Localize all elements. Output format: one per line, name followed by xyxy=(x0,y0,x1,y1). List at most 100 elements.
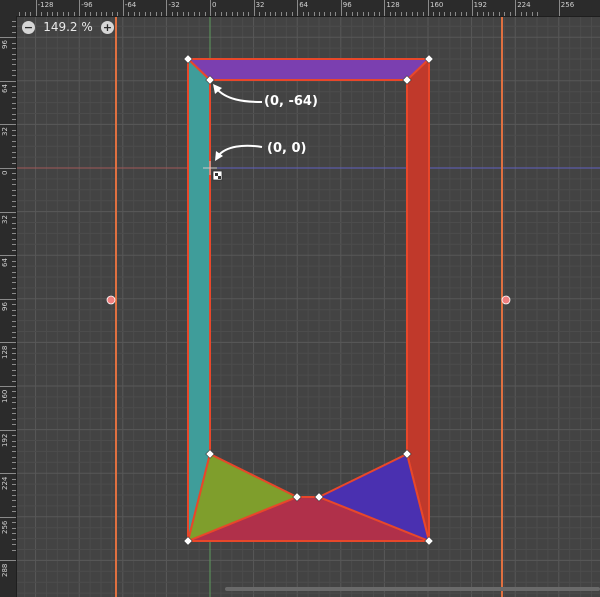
ruler-left-minor-tick xyxy=(12,200,16,202)
ruler-left-label: 288 xyxy=(1,564,9,578)
ruler-left-minor-tick xyxy=(12,238,16,240)
zoom-out-button[interactable]: − xyxy=(22,20,35,34)
ruler-left-minor-tick xyxy=(12,315,16,317)
ruler-left-minor-tick xyxy=(12,336,16,338)
ruler-left-minor-tick xyxy=(12,97,16,99)
ruler-top-minor-tick xyxy=(411,12,413,16)
ruler-top-minor-tick xyxy=(373,12,375,16)
ruler-corner xyxy=(0,0,16,16)
ruler-top-minor-tick xyxy=(280,12,282,16)
ruler-top-minor-tick xyxy=(449,12,451,16)
ruler-left-minor-tick xyxy=(12,249,16,251)
canvas-viewport[interactable]: (0, -64) (0, 0) xyxy=(0,0,600,597)
ruler-top-minor-tick xyxy=(199,12,201,16)
ruler-top-minor-tick xyxy=(537,12,538,16)
ruler-top-minor-tick xyxy=(41,12,43,16)
ruler-left-minor-tick xyxy=(12,331,16,333)
ruler-left-minor-tick xyxy=(12,451,16,453)
ruler-left-minor-tick xyxy=(12,37,16,39)
ruler-top-minor-tick xyxy=(155,12,157,16)
ruler-left-minor-tick xyxy=(12,195,16,197)
ruler-left-minor-tick xyxy=(12,413,16,415)
ruler-top-minor-tick xyxy=(204,12,206,16)
ruler-top-minor-tick xyxy=(444,12,446,16)
ruler-left-minor-tick xyxy=(12,505,16,507)
ruler-left-minor-tick xyxy=(12,478,16,480)
ruler-left-minor-tick xyxy=(12,380,16,382)
ruler-top-minor-tick xyxy=(351,12,353,16)
ruler-top[interactable]: -128 -96 -64 -32 0 32 64 96 128 160 192 224 256 xyxy=(16,0,600,17)
ruler-top-minor-tick xyxy=(231,12,233,16)
ruler-top-minor-tick xyxy=(520,12,522,16)
horizontal-scrollbar[interactable] xyxy=(225,587,600,591)
ruler-top-minor-tick xyxy=(117,12,119,16)
ruler-left-minor-tick xyxy=(12,206,16,208)
ruler-top-minor-tick xyxy=(24,12,26,16)
ruler-left-minor-tick xyxy=(12,189,16,191)
ruler-top-minor-tick xyxy=(51,12,53,16)
ruler-left-minor-tick xyxy=(12,435,16,437)
ruler-top-minor-tick xyxy=(368,12,370,16)
ruler-left-minor-tick xyxy=(12,64,16,66)
ruler-left-minor-tick xyxy=(12,304,16,306)
ruler-left-minor-tick xyxy=(12,347,16,349)
ruler-left-minor-tick xyxy=(12,129,16,131)
ruler-left-minor-tick xyxy=(12,260,16,262)
polygon-purple-top[interactable] xyxy=(185,58,432,81)
ruler-left-minor-tick xyxy=(12,456,16,458)
arrow-icon-origin xyxy=(215,144,263,161)
ruler-top-minor-tick xyxy=(46,12,48,16)
ruler-top-minor-tick xyxy=(319,12,320,16)
ruler-left-minor-tick xyxy=(12,407,16,409)
ruler-top-minor-tick xyxy=(160,12,162,16)
ruler-top-minor-tick xyxy=(438,12,440,16)
ruler-left-minor-tick xyxy=(12,271,16,273)
ruler-top-minor-tick xyxy=(133,12,135,16)
ruler-left-minor-tick xyxy=(12,162,16,164)
ruler-top-minor-tick xyxy=(308,12,310,16)
ruler-top-minor-tick xyxy=(455,12,457,16)
ruler-top-label: 256 xyxy=(560,1,575,9)
ruler-top-minor-tick xyxy=(166,12,168,16)
ruler-top-label: 64 xyxy=(299,1,309,9)
ruler-left-minor-tick xyxy=(12,86,16,88)
ruler-top-minor-tick xyxy=(302,12,304,16)
ruler-top-minor-tick xyxy=(35,12,37,16)
guide-left-handle[interactable] xyxy=(106,295,116,305)
ruler-left-minor-tick xyxy=(12,375,16,377)
ruler-left-label: 64 xyxy=(1,83,9,93)
ruler-top-minor-tick xyxy=(188,12,190,16)
guide-right-handle[interactable] xyxy=(501,295,511,305)
ruler-left-tick xyxy=(0,560,16,562)
ruler-top-minor-tick xyxy=(395,12,397,16)
ruler-left-minor-tick xyxy=(12,184,16,186)
ruler-top-minor-tick xyxy=(150,12,152,16)
zoom-in-button[interactable]: + xyxy=(101,20,114,34)
ruler-top-label: 0 xyxy=(212,1,217,9)
ruler-left-minor-tick xyxy=(12,53,16,55)
ruler-top-minor-tick xyxy=(68,12,70,16)
ruler-left-minor-tick xyxy=(12,48,16,50)
ruler-top-minor-tick xyxy=(171,12,173,16)
ruler-top-minor-tick xyxy=(128,12,130,16)
zoom-level-reset[interactable]: 149.2 % xyxy=(41,20,95,34)
ruler-left-minor-tick xyxy=(12,369,16,371)
ruler-left-label: 64 xyxy=(1,258,9,268)
ruler-left[interactable]: 96 64 32 0 32 64 96 128 160 192 224 256 288 xyxy=(0,16,17,597)
ruler-left-minor-tick xyxy=(12,522,16,524)
ruler-top-minor-tick xyxy=(210,12,211,16)
ruler-left-minor-tick xyxy=(12,173,16,175)
ruler-top-minor-tick xyxy=(275,12,277,16)
ruler-left-minor-tick xyxy=(12,255,16,257)
ruler-top-minor-tick xyxy=(329,12,331,16)
ruler-left-minor-tick xyxy=(12,467,16,469)
ruler-top-minor-tick xyxy=(389,12,391,16)
annotation-origin-label: (0, 0) xyxy=(267,141,307,156)
ruler-top-minor-tick xyxy=(182,12,184,16)
ruler-top-minor-tick xyxy=(253,12,255,16)
ruler-left-minor-tick xyxy=(12,500,16,502)
ruler-left-minor-tick xyxy=(12,342,16,344)
ruler-top-minor-tick xyxy=(84,12,86,16)
ruler-left-minor-tick xyxy=(12,69,16,71)
polygon-canvas[interactable] xyxy=(0,0,600,597)
